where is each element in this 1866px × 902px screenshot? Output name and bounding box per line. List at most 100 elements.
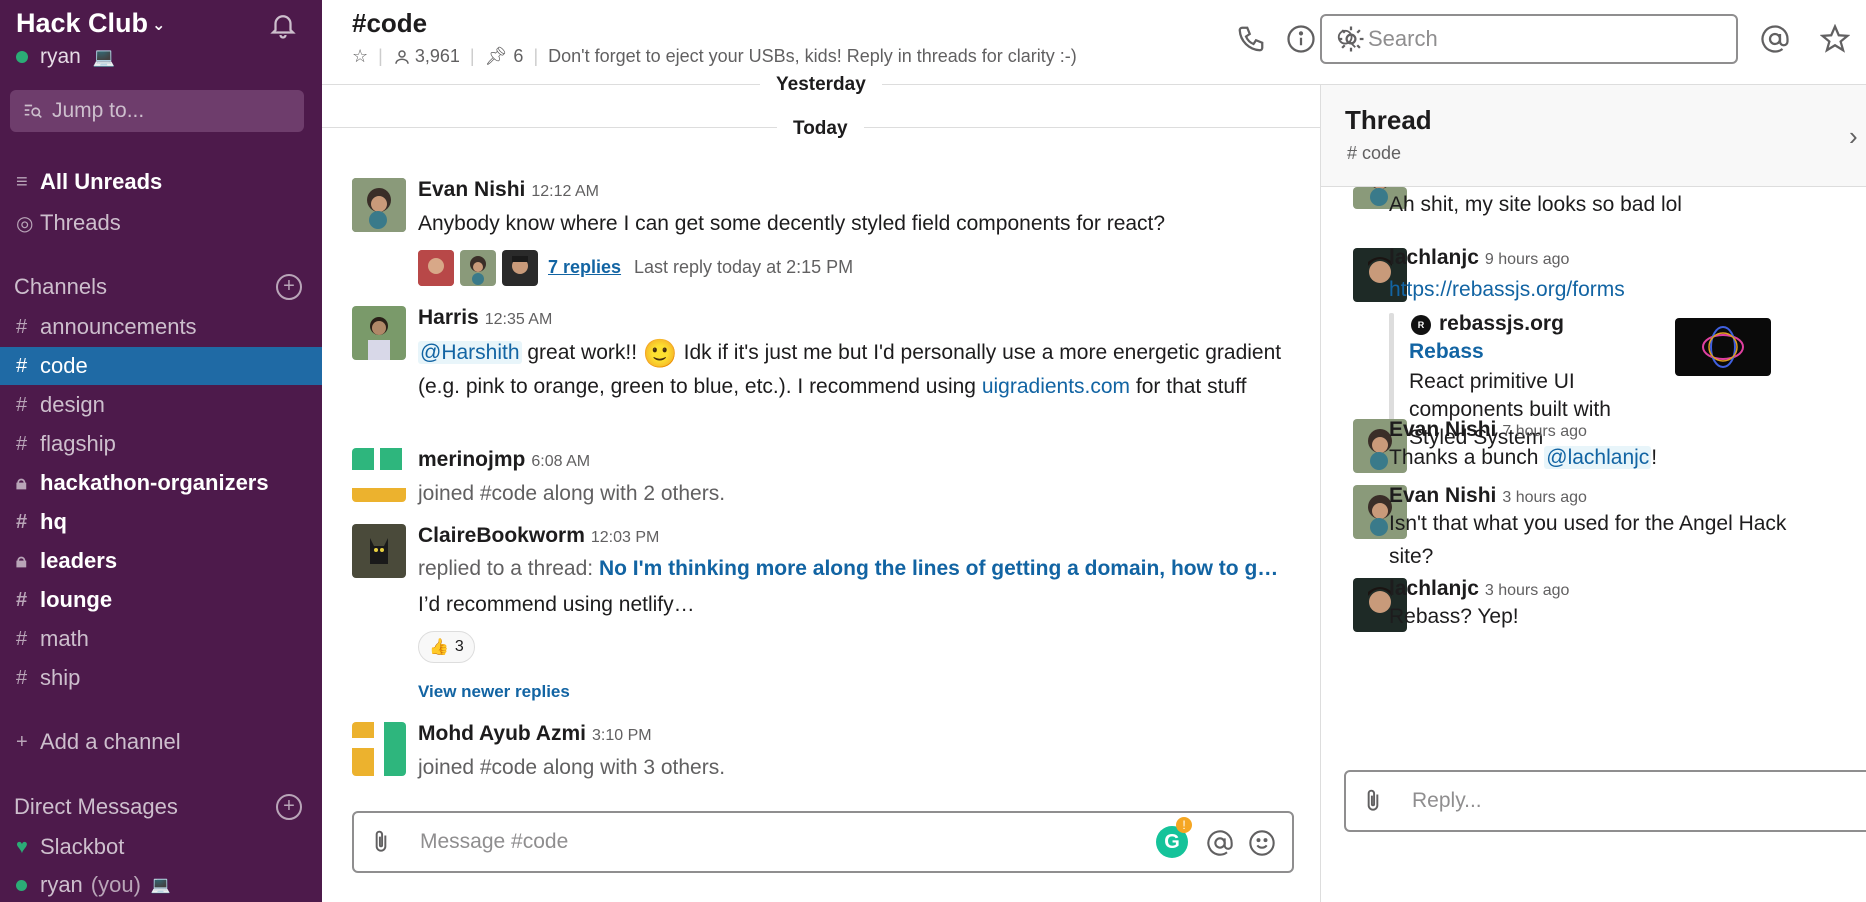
message-time[interactable]: 12:12 AM [531,183,599,200]
thread-reply-composer[interactable]: Reply... [1344,770,1866,832]
pin-count[interactable]: 6 [513,46,523,67]
jump-to-button[interactable]: Jump to... [10,90,304,132]
sidebar-item-ship[interactable]: # ship [0,659,322,697]
sidebar-item-label: code [40,353,88,378]
uigradients-link[interactable]: uigradients.com [982,375,1130,398]
text-span: Thanks a bunch [1389,446,1545,469]
sidebar-item-flagship[interactable]: # flagship [0,425,322,463]
message-time[interactable]: 3 hours ago [1502,489,1587,506]
starred-icon[interactable] [1820,24,1850,54]
message-author[interactable]: Evan Nishi 12:12 AM [418,178,599,202]
user-mention[interactable]: @lachlanjc [1544,446,1652,469]
star-icon[interactable]: ☆ [352,46,368,67]
sidebar-item-hackathon-organizers[interactable]: 🔒︎ hackathon-organizers [0,464,322,502]
message-author[interactable]: Mohd Ayub Azmi 3:10 PM [418,722,652,746]
message-composer[interactable]: Message #code G ! [352,811,1294,873]
author-name[interactable]: Evan Nishi [418,178,525,201]
sidebar-item-label: hackathon-organizers [40,470,269,495]
sidebar-item-math[interactable]: # math [0,620,322,658]
sidebar-item-announcements[interactable]: # announcements [0,308,322,346]
hash-icon: # [16,393,28,416]
sidebar: Hack Club ⌄ ryan 💻 Jump to... ≡ All Unrea… [0,0,322,902]
close-thread-icon[interactable]: › [1849,121,1858,152]
add-channel-button[interactable]: + Add a channel [0,723,322,761]
sidebar-item-leaders[interactable]: 🔒︎ leaders [0,542,322,580]
sidebar-item-code[interactable]: # code [0,347,322,385]
avatar[interactable] [352,306,406,360]
avatar[interactable] [352,524,406,578]
thread-link[interactable]: No I'm thinking more along the lines of … [599,557,1278,580]
message-time[interactable]: 12:03 PM [591,529,659,546]
avatar[interactable] [352,722,406,776]
thread-message-author[interactable]: Evan Nishi 7 hours ago [1389,418,1587,442]
author-name[interactable]: Evan Nishi [1389,418,1496,441]
sidebar-item-lounge[interactable]: # lounge [0,581,322,619]
reaction-thumbsup[interactable]: 👍 3 [418,631,475,663]
message-author[interactable]: Harris 12:35 AM [418,306,552,330]
user-mention[interactable]: @Harshith [418,341,522,364]
sidebar-item-slackbot[interactable]: ♥ Slackbot [0,828,322,866]
laptop-status-icon: 💻 [150,877,171,894]
paperclip-icon[interactable] [368,829,394,855]
author-name[interactable]: Harris [418,306,479,329]
author-name[interactable]: lachlanjc [1389,246,1479,269]
reply-input[interactable]: Reply... [1412,789,1482,813]
sidebar-item-design[interactable]: # design [0,386,322,424]
message-author[interactable]: merinojmp 6:08 AM [418,448,590,472]
unfurl-site[interactable]: rebassjs.org [1439,312,1564,336]
unfurl-thumbnail[interactable] [1675,318,1771,376]
sidebar-item-all-unreads[interactable]: ≡ All Unreads [0,163,322,201]
day-separator-today: Today [777,118,864,140]
message-time[interactable]: 9 hours ago [1485,251,1570,268]
message-time[interactable]: 6:08 AM [531,453,590,470]
message-time[interactable]: 12:35 AM [485,311,553,328]
thread-message-author[interactable]: lachlanjc 9 hours ago [1389,246,1569,270]
view-newer-replies-link[interactable]: View newer replies [418,682,570,702]
current-user[interactable]: ryan 💻 [16,45,115,69]
avatar[interactable] [352,178,406,232]
smile-emoji: 🙂 [642,338,678,369]
add-channel-icon[interactable]: + [276,274,302,300]
message-time[interactable]: 7 hours ago [1502,423,1587,440]
direct-messages-header[interactable]: Direct Messages [14,794,178,820]
phone-icon[interactable] [1236,24,1266,54]
message-time[interactable]: 3 hours ago [1485,582,1570,599]
paperclip-icon[interactable] [1360,788,1386,814]
unfurl-title[interactable]: Rebass [1409,340,1484,364]
sidebar-item-threads[interactable]: ◎ Threads [0,204,322,242]
author-name[interactable]: lachlanjc [1389,577,1479,600]
thread-replies-link[interactable]: 7 replies [548,257,621,278]
text-span: ! [1651,446,1658,469]
member-count[interactable]: 3,961 [415,46,460,67]
search-input[interactable]: Search [1320,14,1738,64]
channel-title[interactable]: #code [352,8,427,39]
sidebar-item-ryan[interactable]: ryan (you) 💻 [0,866,322,902]
emoji-icon[interactable] [1248,829,1276,857]
channels-header[interactable]: Channels [14,274,107,300]
author-name[interactable]: Evan Nishi [1389,484,1496,507]
workspace-menu[interactable]: Hack Club ⌄ [16,8,165,39]
sidebar-item-hq[interactable]: # hq [0,503,322,541]
info-icon[interactable] [1286,24,1316,54]
thread-channel[interactable]: # code [1347,143,1401,164]
thread-message-author[interactable]: Evan Nishi 3 hours ago [1389,484,1587,508]
author-name[interactable]: merinojmp [418,448,525,471]
members-icon[interactable] [393,48,411,66]
pin-icon[interactable]: 📌︎ [485,46,508,67]
channel-topic[interactable]: Don't forget to eject your USBs, kids! R… [548,46,1077,67]
mention-icon[interactable] [1206,829,1234,857]
rebass-link[interactable]: https://rebassjs.org/forms [1389,273,1625,306]
mentions-icon[interactable] [1760,24,1790,54]
avatar[interactable] [352,448,406,502]
thread-message-author[interactable]: lachlanjc 3 hours ago [1389,577,1569,601]
add-dm-icon[interactable]: + [276,794,302,820]
laptop-status-icon: 💻 [92,46,116,67]
rebass-favicon-icon: R [1411,315,1431,335]
bell-icon[interactable] [268,10,298,40]
author-name[interactable]: ClaireBookworm [418,524,585,547]
author-name[interactable]: Mohd Ayub Azmi [418,722,586,745]
message-author[interactable]: ClaireBookworm 12:03 PM [418,524,659,548]
message-time[interactable]: 3:10 PM [592,727,652,744]
sidebar-item-label: leaders [40,548,118,573]
message-input[interactable]: Message #code [420,830,568,854]
